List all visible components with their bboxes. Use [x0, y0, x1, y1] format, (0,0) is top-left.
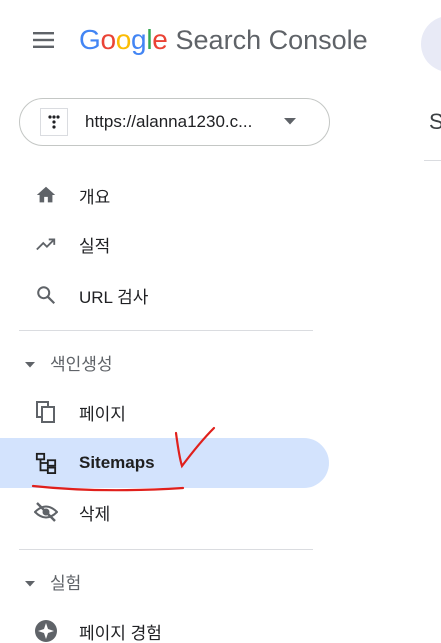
sidebar-item-url-inspection[interactable]: URL 검사: [0, 270, 329, 320]
red-checkmark-annotation: [31, 426, 216, 492]
search-console-logo[interactable]: Google Search Console: [79, 24, 368, 64]
sidebar-divider: [19, 330, 313, 331]
section-title: 색인생성: [50, 354, 113, 374]
sidebar-item-label: 실적: [79, 236, 111, 256]
section-title: 실험: [50, 573, 82, 593]
sidebar-item-label: 개요: [79, 187, 111, 207]
sidebar-item-page-experience[interactable]: 페이지 경험: [0, 606, 329, 643]
section-header-indexing[interactable]: 색인생성: [0, 342, 329, 382]
sidebar-item-sitemaps[interactable]: Sitemaps: [0, 438, 329, 488]
logo-letter: o: [115, 24, 132, 55]
trending-up-icon: [34, 232, 58, 256]
collapse-caret-icon: [24, 356, 36, 374]
property-selector[interactable]: https://alanna1230.c...: [19, 98, 330, 146]
page-experience-icon: [34, 619, 58, 643]
dropdown-arrow-icon: [284, 118, 296, 126]
pages-copy-icon: [34, 400, 58, 424]
sidebar-item-performance[interactable]: 실적: [0, 219, 329, 269]
search-icon: [34, 283, 58, 307]
google-wordmark: Google: [79, 24, 168, 56]
sidebar-item-label: 삭제: [79, 504, 111, 524]
section-header-experiments[interactable]: 실험: [0, 561, 329, 601]
logo-letter: g: [131, 24, 147, 55]
logo-letter: e: [152, 24, 168, 55]
product-name: Search Console: [175, 25, 368, 55]
logo-letter: G: [79, 24, 101, 55]
property-url: https://alanna1230.c...: [85, 112, 253, 131]
home-icon: [34, 183, 58, 207]
collapse-caret-icon: [24, 575, 36, 593]
account-avatar[interactable]: [421, 16, 441, 72]
sidebar-item-label: 페이지 경험: [79, 623, 162, 643]
sidebar-item-pages[interactable]: 페이지: [0, 387, 329, 437]
logo-letter: o: [100, 24, 116, 55]
main-divider: [424, 160, 441, 161]
site-favicon-icon: [40, 108, 68, 136]
sidebar-item-label: URL 검사: [79, 287, 149, 307]
sidebar-item-removals[interactable]: 삭제: [0, 487, 329, 537]
sitemap-icon: [34, 451, 58, 475]
search-console-page: Google Search Console S https://alanna12…: [0, 0, 441, 643]
main-menu-button[interactable]: [22, 22, 66, 58]
sidebar-divider: [19, 549, 313, 550]
sidebar-item-overview[interactable]: 개요: [0, 170, 329, 220]
sidebar-item-label: 페이지: [79, 404, 126, 424]
hamburger-menu-icon: [33, 32, 54, 48]
sidebar-item-label: Sitemaps: [79, 453, 155, 472]
visibility-off-icon: [34, 500, 58, 524]
page-title: S: [429, 109, 441, 134]
